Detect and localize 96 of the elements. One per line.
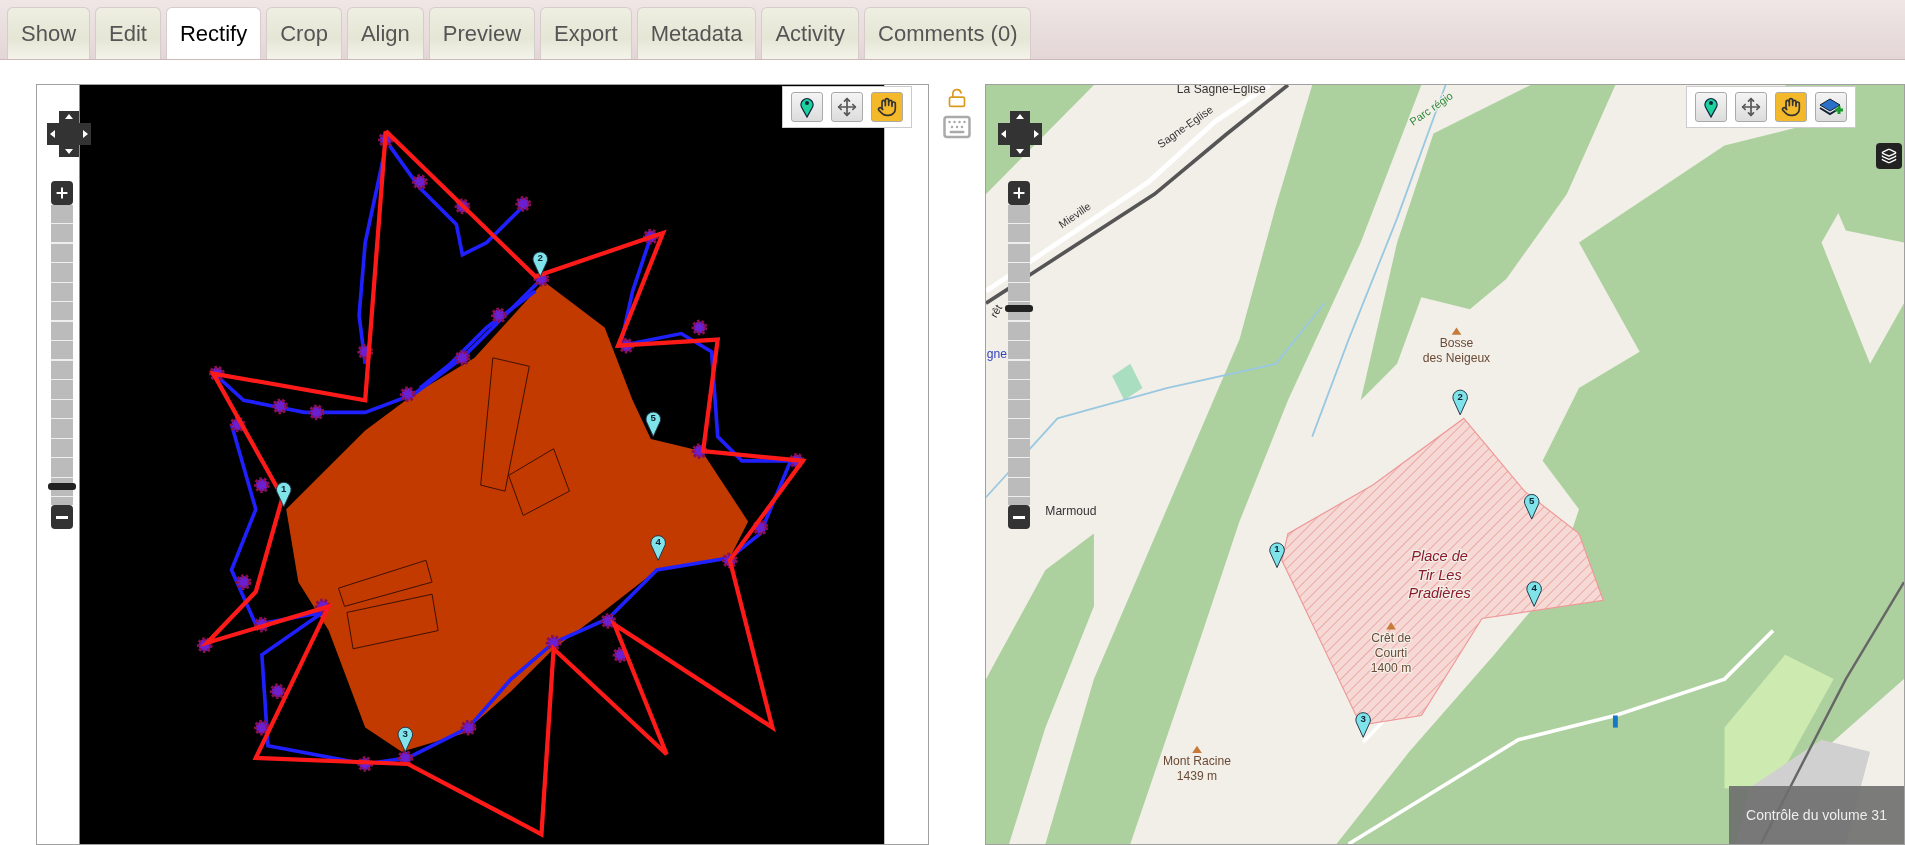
vertex-marker bbox=[460, 719, 477, 736]
vertex-marker bbox=[229, 416, 246, 433]
tab[interactable]: Metadata bbox=[636, 7, 757, 59]
map-pin[interactable]: 3 bbox=[397, 726, 414, 753]
vertex-marker bbox=[642, 228, 659, 245]
map-tool-button[interactable] bbox=[871, 92, 903, 122]
vertex-marker bbox=[612, 646, 629, 663]
zoom-in-button[interactable] bbox=[1008, 181, 1030, 205]
map-pin[interactable]: 5 bbox=[1523, 493, 1540, 520]
zoom-slider[interactable] bbox=[51, 205, 73, 505]
zoom-slider[interactable] bbox=[1008, 205, 1030, 505]
map-pin[interactable]: 4 bbox=[650, 535, 666, 561]
map-tool-button[interactable] bbox=[791, 92, 823, 122]
map-label: rêt bbox=[987, 302, 1005, 320]
vertex-marker bbox=[454, 349, 471, 366]
vertex-marker bbox=[545, 634, 562, 651]
vertex-marker bbox=[412, 174, 428, 190]
map-tool-button[interactable] bbox=[1815, 92, 1847, 122]
vertex-marker bbox=[721, 552, 738, 569]
tab[interactable]: Crop bbox=[266, 7, 342, 59]
map-pin-icon bbox=[800, 96, 814, 118]
tab[interactable]: Align bbox=[346, 7, 424, 59]
map-pin[interactable]: 5 bbox=[645, 411, 662, 438]
move-icon bbox=[837, 97, 857, 117]
map-label: Crêt de Courti 1400 m bbox=[1370, 630, 1412, 675]
zoom-in-button[interactable] bbox=[51, 181, 73, 205]
map-tool-button[interactable] bbox=[1735, 92, 1767, 122]
map-pin[interactable]: 1 bbox=[1269, 542, 1285, 569]
pan-control[interactable] bbox=[996, 109, 1044, 159]
vertex-marker bbox=[357, 756, 374, 772]
plus-icon bbox=[54, 185, 70, 201]
map-label: Place de Tir Les Pradières bbox=[1408, 548, 1471, 601]
layer-switcher-button[interactable] bbox=[1876, 143, 1902, 169]
tab[interactable]: Activity bbox=[761, 7, 860, 59]
zoom-handle[interactable] bbox=[48, 483, 76, 491]
volume-notification: Contrôle du volume 31 bbox=[1729, 786, 1904, 844]
peak-icon bbox=[1451, 327, 1462, 335]
layers-icon bbox=[1881, 148, 1897, 164]
vertex-marker bbox=[254, 477, 270, 493]
vertex-marker bbox=[314, 598, 331, 615]
map-label: Marmoud bbox=[1045, 504, 1097, 519]
vertex-marker bbox=[357, 343, 374, 360]
map-pin[interactable]: 1 bbox=[276, 481, 292, 508]
vertex-marker bbox=[269, 683, 286, 700]
vertex-marker bbox=[254, 719, 270, 736]
map-label: Bosse des Neigeux bbox=[1422, 335, 1491, 366]
map-pin[interactable]: 2 bbox=[1452, 389, 1468, 416]
vertex-marker bbox=[308, 404, 325, 421]
tab[interactable]: Rectify bbox=[165, 7, 262, 59]
map-label: gne bbox=[986, 346, 1007, 361]
map-label: Mont Racine 1439 m bbox=[1163, 754, 1231, 784]
map-tool-button[interactable] bbox=[1695, 92, 1727, 122]
layers-plus-icon bbox=[1818, 96, 1844, 118]
vertex-marker bbox=[752, 519, 769, 536]
hand-icon bbox=[1781, 97, 1801, 117]
map-tool-button[interactable] bbox=[831, 92, 863, 122]
zoom-out-button[interactable] bbox=[1008, 505, 1030, 529]
map-pin[interactable]: 4 bbox=[1526, 581, 1542, 607]
zoom-out-button[interactable] bbox=[51, 505, 73, 529]
vertex-marker bbox=[377, 131, 394, 148]
map-pin[interactable]: 2 bbox=[532, 251, 548, 278]
map-pin-icon bbox=[1704, 96, 1718, 118]
tab[interactable]: Export bbox=[540, 7, 632, 59]
tab[interactable]: Edit bbox=[95, 7, 161, 59]
map-tool-button[interactable] bbox=[1775, 92, 1807, 122]
map-label: La Sagne-Eglise bbox=[1176, 85, 1266, 97]
map-pin[interactable]: 3 bbox=[1355, 712, 1371, 738]
vertex-marker bbox=[618, 337, 635, 354]
vertex-marker bbox=[454, 198, 471, 215]
move-icon bbox=[1741, 97, 1761, 117]
vertex-marker bbox=[397, 750, 414, 766]
vertex-marker bbox=[235, 574, 252, 590]
vertex-marker bbox=[691, 319, 708, 336]
minus-icon bbox=[56, 515, 68, 519]
peak-icon bbox=[1386, 622, 1396, 630]
zoom-handle[interactable] bbox=[1005, 304, 1033, 312]
pan-control[interactable] bbox=[45, 109, 93, 159]
vertex-marker bbox=[399, 386, 416, 403]
vertex-marker bbox=[196, 637, 213, 654]
tab[interactable]: Preview bbox=[428, 7, 536, 59]
pond-area bbox=[1112, 363, 1143, 401]
vertex-marker bbox=[491, 307, 507, 324]
vertex-marker bbox=[515, 195, 532, 212]
peak-icon bbox=[1192, 745, 1202, 754]
vertex-marker bbox=[254, 616, 270, 633]
tab[interactable]: Comments (0) bbox=[864, 7, 1032, 59]
vertex-marker bbox=[788, 453, 805, 469]
vertex-marker bbox=[691, 443, 708, 460]
vertex-marker bbox=[272, 398, 288, 415]
plus-icon bbox=[1011, 185, 1027, 201]
hand-icon bbox=[877, 97, 897, 117]
map-label: Parc régio bbox=[1407, 89, 1455, 128]
minus-icon bbox=[1013, 515, 1025, 519]
vertex-marker bbox=[600, 613, 617, 629]
vertex-marker bbox=[209, 365, 225, 382]
tab[interactable]: Show bbox=[7, 7, 91, 59]
